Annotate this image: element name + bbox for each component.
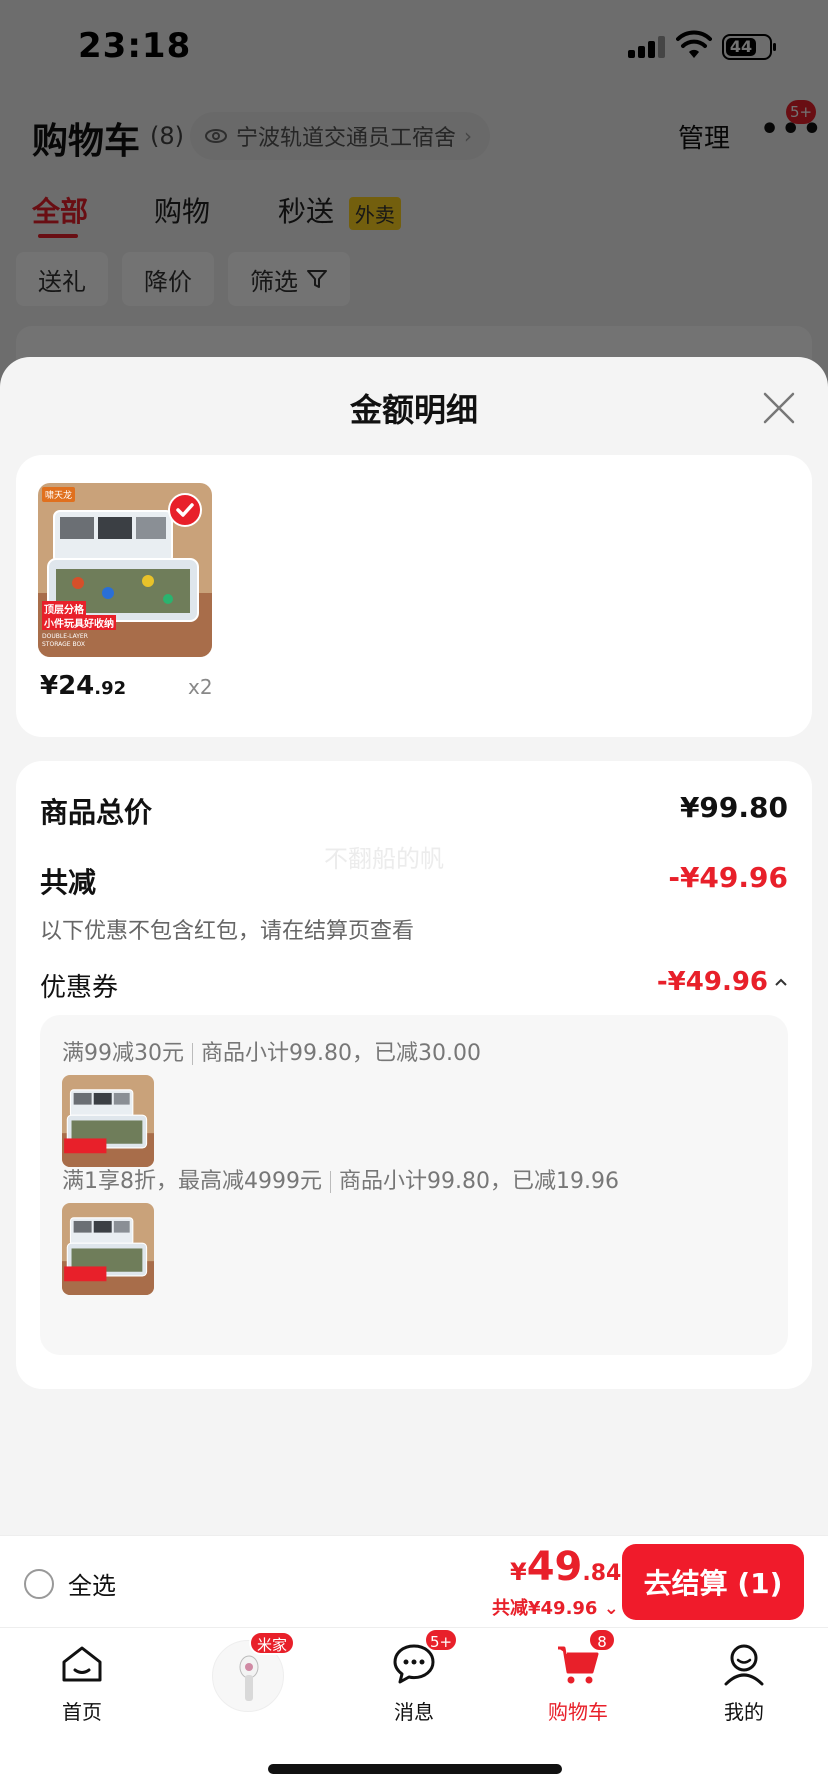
battery-icon: 44 — [722, 34, 776, 60]
coupon-line-2: 满1享8折，最高减4999元 商品小计99.80，已减19.96 — [62, 1163, 619, 1195]
mijia-badge: 米家 — [249, 1631, 296, 1655]
amount-detail-sheet: 金额明细 啸天龙 顶层分格 小件玩具好收纳 DOUBLE-LAYER STORA… — [0, 357, 828, 1535]
checkout-bar: 全选 ¥49.84 共减¥49.96 ⌄ 去结算 (1) — [0, 1535, 828, 1627]
chevron-down-icon: ⌄ — [603, 1598, 619, 1619]
filter-screen[interactable]: 筛选 — [228, 252, 350, 306]
filter-price-drop[interactable]: 降价 — [122, 252, 214, 306]
tabbar-profile[interactable]: 我的 — [684, 1640, 804, 1740]
tabbar-cart[interactable]: 8 购物车 — [518, 1628, 638, 1740]
sheet-title: 金额明细 — [349, 391, 478, 429]
product-price-symbol: ¥ — [40, 671, 59, 701]
tab-instant-label: 秒送 — [278, 195, 335, 228]
coupon-detail: 商品小计99.80，已减30.00 — [201, 1041, 481, 1066]
home-indicator — [268, 1764, 562, 1774]
tabbar-cart-label: 购物车 — [548, 1700, 608, 1724]
tab-all[interactable]: 全部 — [32, 190, 89, 238]
coupon-toggle[interactable]: -¥49.96 — [657, 967, 788, 997]
total-saving-toggle[interactable]: 共减¥49.96 ⌄ — [492, 1594, 619, 1620]
product-price: ¥24.92 — [40, 671, 126, 701]
watermark-text: 不翻船的帆 — [324, 845, 444, 873]
coupon-product-thumbnail — [62, 1075, 154, 1167]
filter-price-drop-label: 降价 — [144, 267, 192, 296]
cellular-signal-icon — [628, 36, 668, 58]
checkout-total: ¥49.84 — [510, 1544, 621, 1590]
tabbar-messages-label: 消息 — [394, 1700, 434, 1724]
filter-bar: 送礼 降价 筛选 — [16, 252, 350, 306]
tab-all-label: 全部 — [32, 195, 89, 228]
tab-shopping[interactable]: 购物 — [154, 190, 210, 230]
address-text: 宁波轨道交通员工宿舍 — [236, 126, 457, 151]
more-badge: 5+ — [786, 100, 817, 124]
coupon-detail-box: 满99减30元 商品小计99.80，已减30.00 满1享8折，最高减4999元商… — [40, 1015, 788, 1355]
selected-check-icon[interactable] — [168, 493, 202, 527]
cart-count: (8) — [150, 122, 184, 150]
close-icon[interactable] — [762, 391, 796, 425]
storage-box-image — [62, 1075, 154, 1167]
messages-badge: 5+ — [424, 1628, 459, 1652]
product-price-int: 24 — [58, 671, 95, 701]
filter-screen-label: 筛选 — [250, 267, 298, 296]
coupon-product-thumbnail — [62, 1203, 154, 1295]
total-price-value: ¥99.80 — [679, 791, 788, 824]
total-saving: 共减¥49.96 — [492, 1598, 598, 1619]
product-caption-3: DOUBLE-LAYER — [42, 633, 88, 640]
storage-box-image — [62, 1203, 154, 1295]
manage-button[interactable]: 管理 — [678, 118, 730, 155]
chevron-up-icon — [775, 978, 787, 986]
coupon-rule: 满1享8折，最高减4999元 — [62, 1169, 322, 1194]
price-detail-card: 商品总价 ¥99.80 不翻船的帆 共减 -¥49.96 以下优惠不包含红包，请… — [16, 761, 812, 1389]
status-time: 23:18 — [78, 26, 192, 66]
discount-note: 以下优惠不包含红包，请在结算页查看 — [40, 919, 415, 944]
home-icon — [62, 1646, 102, 1682]
address-selector[interactable]: 宁波轨道交通员工宿舍 › — [190, 112, 491, 160]
tabbar-home-label: 首页 — [62, 1700, 102, 1724]
status-bar: 23:18 44 — [0, 0, 828, 92]
cart-header: 购物车 (8) 宁波轨道交通员工宿舍 › 管理 ••• 5+ — [30, 100, 822, 172]
funnel-icon — [307, 270, 327, 288]
product-price-dec: .92 — [94, 678, 127, 699]
product-quantity: x2 — [188, 675, 213, 699]
coupon-value: -¥49.96 — [656, 967, 768, 997]
filter-gift[interactable]: 送礼 — [16, 252, 108, 306]
product-caption-2: 小件玩具好收纳 — [42, 615, 116, 630]
discount-value: -¥49.96 — [668, 861, 788, 894]
checkout-button[interactable]: 去结算 (1) — [622, 1544, 804, 1620]
product-brand-text: 啸天龙 — [42, 487, 76, 502]
profile-icon — [724, 1644, 764, 1686]
page-title: 购物车 — [32, 121, 141, 162]
product-caption-1: 顶层分格 — [42, 601, 86, 616]
takeout-tag: 外卖 — [348, 196, 401, 230]
chevron-right-icon: › — [464, 124, 473, 148]
select-all-toggle[interactable]: 全选 — [24, 1566, 116, 1601]
coupon-detail: 商品小计99.80，已减19.96 — [338, 1169, 619, 1194]
select-all-label: 全选 — [68, 1572, 116, 1600]
eye-icon — [205, 129, 227, 143]
total-price-label: 商品总价 — [40, 796, 153, 829]
tabbar-mijia[interactable]: 米家 — [212, 1631, 296, 1712]
coupon-rule: 满99减30元 — [62, 1041, 184, 1066]
total-symbol: ¥ — [510, 1558, 527, 1586]
total-int: 49 — [526, 1544, 583, 1590]
filter-gift-label: 送礼 — [38, 267, 86, 296]
tabbar-messages[interactable]: 5+ 消息 — [354, 1628, 474, 1740]
tab-underline — [38, 234, 78, 238]
coupon-line-1: 满99减30元 商品小计99.80，已减30.00 — [62, 1035, 481, 1067]
product-card: 啸天龙 顶层分格 小件玩具好收纳 DOUBLE-LAYER STORAGE BO… — [16, 455, 812, 737]
total-dec: .84 — [582, 1561, 622, 1586]
wifi-icon — [676, 30, 712, 58]
tab-instant[interactable]: 秒送 外卖 — [278, 190, 401, 230]
tabbar-profile-label: 我的 — [724, 1700, 764, 1724]
select-all-radio[interactable] — [24, 1568, 54, 1599]
product-caption-4: STORAGE BOX — [42, 641, 85, 648]
tab-shopping-label: 购物 — [154, 195, 211, 228]
coupon-label: 优惠券 — [40, 973, 119, 1003]
cart-badge: 8 — [588, 1628, 616, 1652]
cart-tabs: 全部 购物 秒送 外卖 — [30, 190, 790, 250]
battery-level: 44 — [726, 38, 756, 56]
discount-label: 共减 — [40, 866, 97, 899]
tabbar-home[interactable]: 首页 — [22, 1640, 142, 1740]
